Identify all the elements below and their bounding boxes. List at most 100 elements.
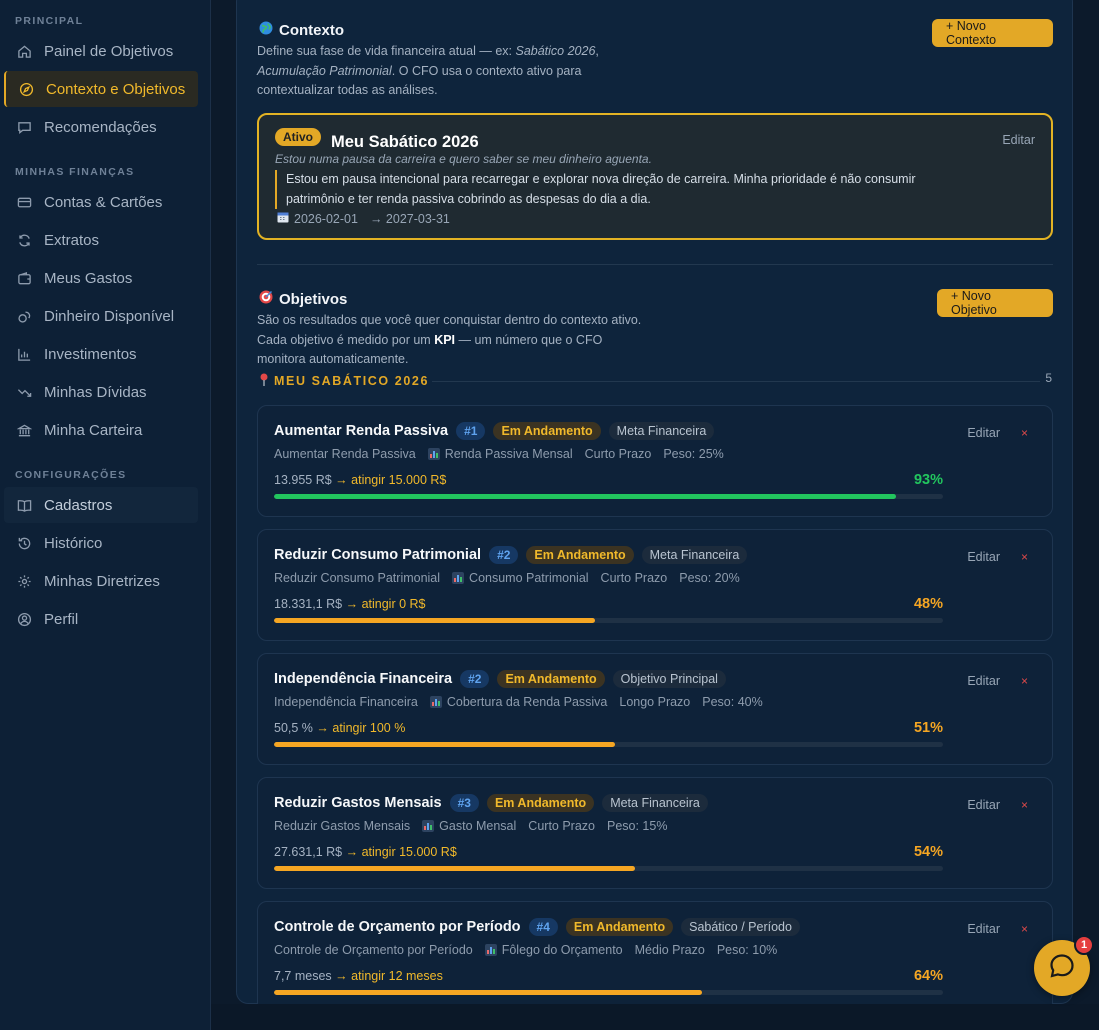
goal-name: Controle de Orçamento por Período [274,919,521,935]
context-dates: 2026-02-01 → 2027-03-31 [277,211,450,226]
goal-progress-bar [274,990,943,995]
sidebar-item-dividas[interactable]: Minhas Dívidas [4,374,198,410]
group-title: MEU SABÁTICO 2026 [259,373,429,389]
goal-percent: 93% [913,472,943,488]
group-divider [432,381,1040,382]
new-objective-button[interactable]: + Novo Objetivo [937,289,1053,317]
goal-type-badge: Meta Financeira [641,546,748,564]
goal-progress-text: 27.631,1 R$ → atingir 15.000 R$ [274,845,457,859]
goal-progress-fill [274,742,616,747]
sidebar-item-label: Minhas Diretrizes [44,572,160,590]
goal-kpi: Cobertura da Renda Passiva [429,695,608,709]
sidebar-item-carteira[interactable]: Minha Carteira [4,412,198,448]
new-context-button[interactable]: + Novo Contexto [932,19,1053,47]
goal-status-badge: Em Andamento [486,794,595,812]
sidebar-item-label: Painel de Objetivos [44,42,174,60]
goal-kpi-label: Renda Passiva Mensal [444,447,573,461]
goal-number-badge: #3 [449,794,479,812]
sidebar-item-label: Dinheiro Disponível [44,307,175,325]
goal-card[interactable]: Reduzir Gastos Mensais #3 Em Andamento Meta… [257,777,1053,889]
goal-progress-text: 18.331,1 R$ → atingir 0 R$ [274,597,426,611]
sidebar-item-extratos[interactable]: Extratos [4,222,198,258]
sidebar-item-painel[interactable]: Painel de Objetivos [4,33,198,69]
goal-current-value: 7,7 meses [274,969,332,983]
goal-kpi-label: Consumo Patrimonial [469,571,589,585]
edit-goal-button[interactable]: Editar [967,922,1000,936]
compass-icon [19,82,34,97]
history-icon [17,536,32,551]
section-divider [257,264,1053,265]
trend-down-icon [17,385,32,400]
sidebar-item-contexto[interactable]: Contexto e Objetivos [4,71,198,107]
goal-target-value: → atingir 15.000 R$ [345,845,457,859]
delete-goal-button[interactable]: × [1021,922,1028,936]
user-icon [17,612,32,627]
sidebar-item-label: Extratos [44,231,100,249]
goal-current-value: 50,5 % [274,721,313,735]
delete-goal-button[interactable]: × [1021,426,1028,440]
sidebar-item-dinheiro[interactable]: Dinheiro Disponível [4,298,198,334]
delete-goal-button[interactable]: × [1021,798,1028,812]
sidebar-item-perfil[interactable]: Perfil [4,601,198,637]
wallet-icon [17,271,32,286]
goal-horizon: Médio Prazo [634,943,705,957]
sidebar-item-cadastros[interactable]: Cadastros [4,487,198,523]
sidebar-item-historico[interactable]: Histórico [4,525,198,561]
goal-kpi-label: Cobertura da Renda Passiva [446,695,608,709]
group-name: MEU SABÁTICO 2026 [274,374,430,388]
objectives-title: Objetivos [279,290,348,308]
context-name: Meu Sabático 2026 [331,133,479,151]
goal-weight: Peso: 40% [702,695,763,709]
sidebar-item-label: Minhas Dívidas [44,383,147,401]
goal-card[interactable]: Independência Financeira #2 Em Andamento Ob… [257,653,1053,765]
sidebar-item-investimentos[interactable]: Investimentos [4,336,198,372]
kpi-chart-icon [484,944,497,956]
goal-target-value: → atingir 12 meses [335,969,443,983]
sidebar-item-gastos[interactable]: Meus Gastos [4,260,198,296]
goal-number-badge: #2 [489,546,519,564]
context-heading: Contexto [259,21,344,39]
delete-goal-button[interactable]: × [1021,674,1028,688]
goal-meta: Controle de Orçamento por Período Fôlego … [274,943,777,957]
kpi-chart-icon [429,696,442,708]
goal-meta: Reduzir Gastos Mensais Gasto Mensal Curto … [274,819,667,833]
sidebar-item-label: Contas & Cartões [44,193,163,211]
goal-card[interactable]: Aumentar Renda Passiva #1 Em Andamento Meta… [257,405,1053,517]
edit-context-button[interactable]: Editar [1002,133,1035,147]
goal-target-value: → atingir 100 % [316,721,406,735]
delete-goal-button[interactable]: × [1021,550,1028,564]
card-icon [17,195,32,210]
active-context-card[interactable]: Ativo Meu Sabático 2026 Estou numa pausa… [257,113,1053,240]
goal-card[interactable]: Reduzir Consumo Patrimonial #2 Em Andament… [257,529,1053,641]
sidebar-item-label: Recomendações [44,118,157,136]
goal-kpi: Consumo Patrimonial [452,571,589,585]
book-icon [17,498,32,513]
goal-meta-name: Reduzir Consumo Patrimonial [274,571,441,585]
sidebar-item-contas[interactable]: Contas & Cartões [4,184,198,220]
goal-progress-fill [274,494,897,499]
edit-goal-button[interactable]: Editar [967,426,1000,440]
kpi-chart-icon [427,448,440,460]
edit-goal-button[interactable]: Editar [967,550,1000,564]
sidebar-item-label: Histórico [44,534,103,552]
sidebar-item-diretrizes[interactable]: Minhas Diretrizes [4,563,198,599]
refresh-icon [17,233,32,248]
goal-meta-name: Reduzir Gastos Mensais [274,819,411,833]
goal-progress-text: 50,5 % → atingir 100 % [274,721,405,735]
goal-card[interactable]: Controle de Orçamento por Período #4 Em An… [257,901,1053,1013]
context-subtitle: Estou numa pausa da carreira e quero sab… [275,152,652,166]
goal-horizon: Longo Prazo [619,695,691,709]
main-content: Contexto Define sua fase de vida finance… [211,0,1099,1013]
section-principal: PRINCIPAL [15,15,84,27]
goal-percent: 48% [913,596,943,612]
pin-icon [259,373,269,389]
edit-goal-button[interactable]: Editar [967,798,1000,812]
sidebar-item-label: Perfil [44,610,79,628]
goal-name: Reduzir Consumo Patrimonial [274,547,482,563]
context-objectives-panel: Contexto Define sua fase de vida finance… [236,0,1073,1013]
goal-percent: 51% [913,720,943,736]
goal-progress-bar [274,866,943,871]
sidebar-item-recomendacoes[interactable]: Recomendações [4,109,198,145]
edit-goal-button[interactable]: Editar [967,674,1000,688]
goal-header: Controle de Orçamento por Período #4 Em An… [274,918,800,936]
